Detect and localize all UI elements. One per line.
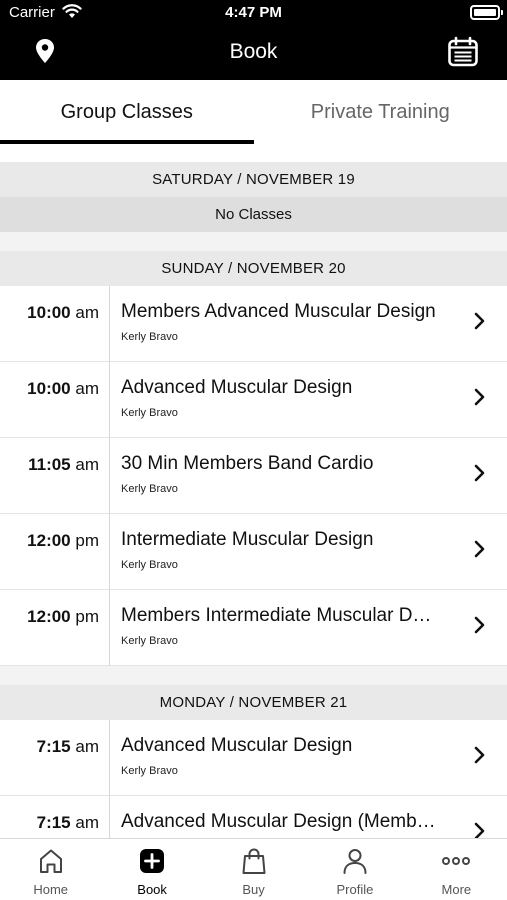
row-divider bbox=[109, 438, 110, 514]
page-title: Book bbox=[229, 40, 278, 63]
class-title: Advanced Muscular Design (Memb… bbox=[121, 811, 436, 832]
status-bar: Carrier 4:47 PM bbox=[0, 0, 507, 26]
tab-private-training[interactable]: Private Training bbox=[254, 80, 507, 144]
bottom-tab-label: Profile bbox=[336, 882, 374, 897]
class-title: Members Advanced Muscular Design bbox=[121, 301, 436, 322]
class-instructor: Kerly Bravo bbox=[121, 331, 178, 343]
bottom-tab-bar: Home Book Buy Profile More bbox=[0, 838, 507, 900]
chevron-right-icon bbox=[473, 540, 485, 563]
class-schedule: SATURDAY / NOVEMBER 19 No Classes SUNDAY… bbox=[0, 162, 507, 872]
class-time: 10:00 am bbox=[27, 379, 99, 398]
section-gap bbox=[0, 666, 507, 685]
day-header: SATURDAY / NOVEMBER 19 bbox=[0, 162, 507, 197]
chevron-right-icon bbox=[473, 616, 485, 639]
class-instructor: Kerly Bravo bbox=[121, 635, 178, 647]
bottom-tab-home[interactable]: Home bbox=[0, 839, 101, 900]
class-title: Advanced Muscular Design bbox=[121, 377, 353, 398]
segment-tabs: Group Classes Private Training bbox=[0, 80, 507, 144]
bottom-tab-label: Book bbox=[137, 882, 167, 897]
class-instructor: Kerly Bravo bbox=[121, 559, 178, 571]
class-time: 12:00 pm bbox=[27, 531, 99, 550]
home-icon bbox=[37, 847, 65, 880]
no-classes-label: No Classes bbox=[0, 197, 507, 232]
status-time: 4:47 PM bbox=[225, 4, 282, 21]
bottom-tab-buy[interactable]: Buy bbox=[203, 839, 304, 900]
bottom-tab-more[interactable]: More bbox=[406, 839, 507, 900]
top-bar: Carrier 4:47 PM Book bbox=[0, 0, 507, 80]
class-row[interactable]: 12:00 pm Members Intermediate Muscular D… bbox=[0, 590, 507, 666]
class-instructor: Kerly Bravo bbox=[121, 407, 178, 419]
class-time: 10:00 am bbox=[27, 303, 99, 322]
chevron-right-icon bbox=[473, 464, 485, 487]
more-dots-icon bbox=[441, 847, 471, 880]
tab-group-classes[interactable]: Group Classes bbox=[0, 80, 254, 144]
chevron-right-icon bbox=[473, 746, 485, 769]
row-divider bbox=[109, 286, 110, 362]
class-title: 30 Min Members Band Cardio bbox=[121, 453, 374, 474]
person-icon bbox=[341, 847, 369, 880]
day-header: SUNDAY / NOVEMBER 20 bbox=[0, 251, 507, 286]
plus-square-icon bbox=[138, 847, 166, 880]
chevron-right-icon bbox=[473, 312, 485, 335]
class-time: 11:05 am bbox=[28, 455, 99, 474]
chevron-right-icon bbox=[473, 388, 485, 411]
class-time: 12:00 pm bbox=[27, 607, 99, 626]
class-instructor: Kerly Bravo bbox=[121, 483, 178, 495]
battery-icon bbox=[470, 5, 503, 20]
class-title: Members Intermediate Muscular D… bbox=[121, 605, 432, 626]
bottom-tab-label: More bbox=[441, 882, 472, 897]
class-row[interactable]: 10:00 am Advanced Muscular Design Kerly … bbox=[0, 362, 507, 438]
day-header: MONDAY / NOVEMBER 21 bbox=[0, 685, 507, 720]
section-gap bbox=[0, 232, 507, 251]
row-divider bbox=[109, 514, 110, 590]
calendar-icon[interactable] bbox=[447, 36, 479, 73]
row-divider bbox=[109, 720, 110, 796]
bottom-tab-profile[interactable]: Profile bbox=[304, 839, 405, 900]
class-time: 7:15 am bbox=[36, 813, 99, 832]
row-divider bbox=[109, 590, 110, 666]
class-instructor: Kerly Bravo bbox=[121, 765, 178, 777]
class-time: 7:15 am bbox=[36, 737, 99, 756]
class-row[interactable]: 10:00 am Members Advanced Muscular Desig… bbox=[0, 286, 507, 362]
class-row[interactable]: 7:15 am Advanced Muscular Design Kerly B… bbox=[0, 720, 507, 796]
row-divider bbox=[109, 362, 110, 438]
bottom-tab-label: Home bbox=[33, 882, 69, 897]
class-title: Advanced Muscular Design bbox=[121, 735, 353, 756]
class-row[interactable]: 11:05 am 30 Min Members Band Cardio Kerl… bbox=[0, 438, 507, 514]
bottom-tab-book[interactable]: Book bbox=[101, 839, 202, 900]
class-title: Intermediate Muscular Design bbox=[121, 529, 374, 550]
bottom-tab-label: Buy bbox=[242, 882, 265, 897]
class-row[interactable]: 12:00 pm Intermediate Muscular Design Ke… bbox=[0, 514, 507, 590]
shopping-bag-icon bbox=[240, 847, 268, 880]
